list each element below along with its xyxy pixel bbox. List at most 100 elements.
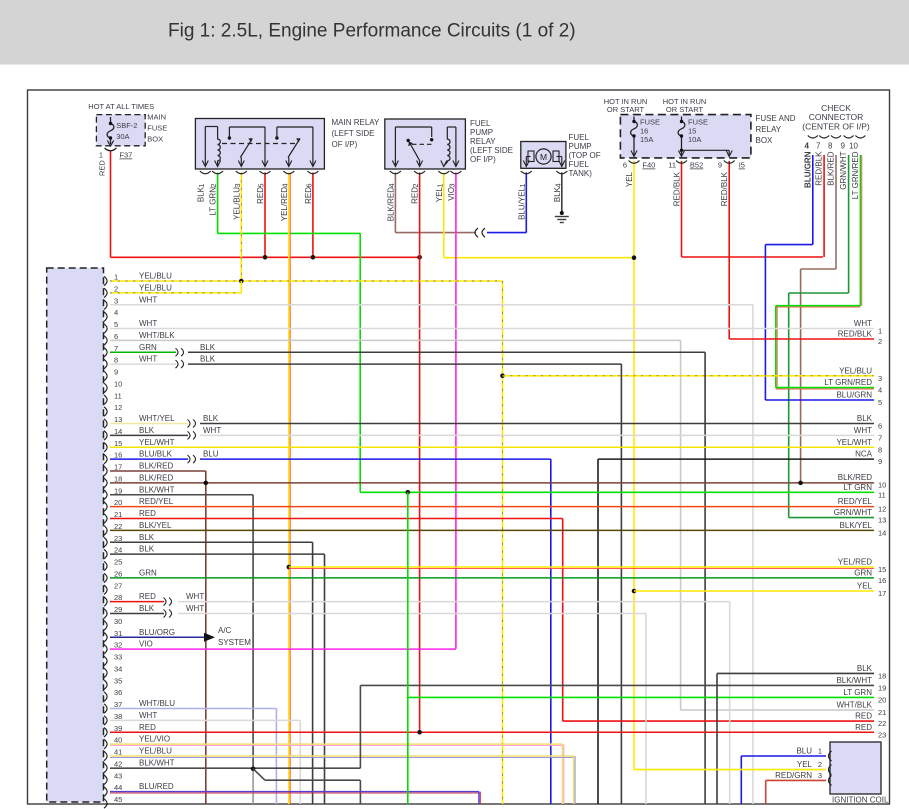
svg-text:RED/GRN: RED/GRN	[775, 771, 812, 780]
svg-text:F40: F40	[642, 161, 655, 170]
svg-text:19: 19	[878, 683, 886, 692]
svg-text:10: 10	[114, 379, 122, 388]
svg-text:9: 9	[718, 161, 722, 170]
svg-text:WHT: WHT	[186, 592, 204, 601]
svg-text:FUSE: FUSE	[640, 118, 660, 127]
svg-text:RED/BLK: RED/BLK	[815, 151, 824, 186]
svg-text:BLK/RED: BLK/RED	[838, 473, 872, 482]
svg-text:8: 8	[878, 445, 882, 454]
svg-text:43: 43	[114, 771, 122, 780]
svg-text:1: 1	[99, 151, 103, 160]
svg-text:30A: 30A	[116, 132, 129, 141]
svg-text:(TOP OF: (TOP OF	[569, 151, 601, 160]
svg-text:OR START: OR START	[666, 105, 704, 114]
svg-text:38: 38	[114, 712, 122, 721]
svg-text:BLK/YEL: BLK/YEL	[139, 521, 172, 530]
svg-text:9: 9	[841, 142, 846, 151]
svg-text:GRN: GRN	[854, 568, 872, 577]
svg-text:VIO: VIO	[139, 640, 153, 649]
svg-text:8: 8	[114, 356, 118, 365]
svg-text:SYSTEM: SYSTEM	[218, 638, 251, 647]
svg-text:45: 45	[114, 795, 122, 804]
svg-text:FUSE: FUSE	[147, 124, 167, 133]
svg-text:M: M	[540, 152, 547, 162]
svg-text:11: 11	[114, 391, 122, 400]
svg-text:LT GRN: LT GRN	[843, 688, 872, 697]
svg-text:FUEL: FUEL	[470, 119, 491, 128]
svg-text:WHT/YEL: WHT/YEL	[139, 414, 175, 423]
svg-text:36: 36	[114, 688, 122, 697]
svg-text:6: 6	[878, 422, 882, 431]
svg-text:VIO: VIO	[447, 187, 456, 201]
svg-text:41: 41	[114, 748, 122, 757]
svg-text:37: 37	[114, 700, 122, 709]
svg-text:GRN/WHT: GRN/WHT	[834, 508, 872, 517]
svg-text:17: 17	[878, 589, 886, 598]
svg-text:(LEFT SIDE: (LEFT SIDE	[332, 129, 375, 138]
svg-text:39: 39	[114, 724, 122, 733]
svg-text:35: 35	[114, 676, 122, 685]
svg-text:40: 40	[114, 736, 122, 745]
svg-text:16: 16	[114, 451, 122, 460]
svg-text:RED: RED	[139, 509, 156, 518]
svg-text:BLK/RED: BLK/RED	[386, 187, 395, 221]
svg-text:WHT: WHT	[854, 426, 872, 435]
svg-text:YEL: YEL	[625, 171, 634, 187]
svg-text:1: 1	[114, 273, 118, 282]
svg-text:10: 10	[878, 481, 886, 490]
svg-text:23: 23	[878, 731, 886, 740]
svg-text:3: 3	[818, 771, 822, 780]
svg-text:BLK/YEL: BLK/YEL	[840, 521, 873, 530]
svg-text:9: 9	[114, 368, 118, 377]
svg-text:4: 4	[114, 308, 118, 317]
svg-text:BLU/YEL: BLU/YEL	[517, 186, 526, 219]
svg-text:3: 3	[114, 296, 118, 305]
svg-text:BLK: BLK	[857, 664, 873, 673]
svg-text:13: 13	[878, 516, 886, 525]
svg-text:20: 20	[114, 498, 122, 507]
svg-text:3: 3	[878, 374, 882, 383]
svg-text:9: 9	[878, 457, 882, 466]
svg-text:2: 2	[878, 337, 882, 346]
svg-text:BLU: BLU	[796, 747, 812, 756]
svg-text:2: 2	[114, 284, 118, 293]
svg-text:BOX: BOX	[147, 135, 163, 144]
svg-text:1: 1	[878, 327, 882, 336]
svg-text:7: 7	[878, 433, 882, 442]
svg-text:MAIN: MAIN	[147, 113, 166, 122]
svg-text:PUMP: PUMP	[470, 128, 493, 137]
svg-text:RED: RED	[855, 723, 872, 732]
svg-text:RED/BLK: RED/BLK	[720, 171, 729, 206]
svg-text:FUEL: FUEL	[569, 160, 590, 169]
svg-text:23: 23	[114, 534, 122, 543]
svg-text:NCA: NCA	[855, 450, 873, 459]
svg-text:GRN: GRN	[139, 568, 157, 577]
svg-text:TANK): TANK)	[569, 169, 593, 178]
svg-text:19: 19	[114, 486, 122, 495]
svg-text:YEL/BLU: YEL/BLU	[139, 272, 172, 281]
svg-text:BLK: BLK	[200, 343, 216, 352]
svg-text:8: 8	[828, 142, 833, 151]
svg-text:IGNITION COIL: IGNITION COIL	[832, 796, 889, 805]
svg-text:5: 5	[114, 320, 118, 329]
svg-text:BLK/WHT: BLK/WHT	[836, 676, 872, 685]
svg-text:29: 29	[114, 605, 122, 614]
svg-text:44: 44	[114, 783, 122, 792]
svg-text:24: 24	[114, 546, 122, 555]
svg-text:RED/YEL: RED/YEL	[838, 497, 873, 506]
svg-text:28: 28	[114, 593, 122, 602]
svg-text:18: 18	[114, 474, 122, 483]
svg-text:BLK/WHT: BLK/WHT	[139, 758, 175, 767]
svg-text:Fig 1: 2.5L, Engine Performanc: Fig 1: 2.5L, Engine Performance Circuits…	[168, 21, 576, 42]
svg-text:10: 10	[849, 142, 858, 151]
svg-text:WHT: WHT	[854, 319, 872, 328]
svg-text:HOT AT ALL TIMES: HOT AT ALL TIMES	[88, 102, 154, 111]
svg-text:RELAY: RELAY	[470, 137, 496, 146]
svg-text:20: 20	[878, 695, 886, 704]
svg-text:7: 7	[114, 344, 118, 353]
svg-text:BLU/RED: BLU/RED	[139, 782, 174, 791]
svg-text:12: 12	[114, 403, 122, 412]
svg-text:BLK: BLK	[196, 186, 205, 202]
svg-text:WHT: WHT	[186, 604, 204, 613]
svg-text:BLU/GRN: BLU/GRN	[803, 151, 812, 188]
